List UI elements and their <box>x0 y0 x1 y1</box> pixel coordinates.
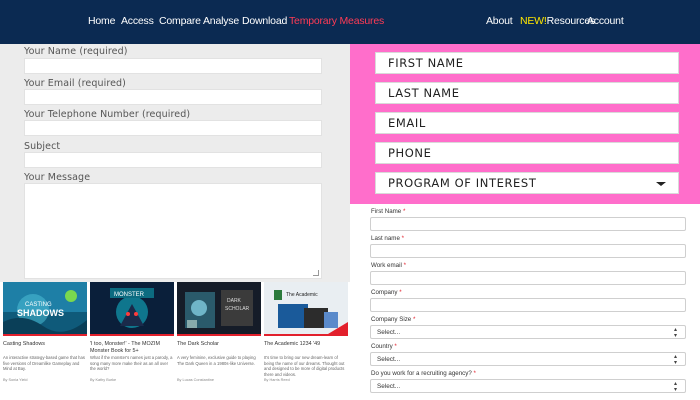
country-label-text: Country <box>371 343 393 350</box>
nav-analyse-link[interactable]: Analyse <box>203 15 239 27</box>
article-cards: CASTING SHADOWS Casting Shadows An inter… <box>0 282 350 400</box>
nav-resources-link[interactable]: NEW!Resources <box>520 15 595 27</box>
lead-capture-form: FIRST NAME LAST NAME EMAIL PHONE PROGRAM… <box>350 44 700 204</box>
svg-text:DARK: DARK <box>227 298 242 304</box>
first-name-label-text: First Name <box>371 208 402 215</box>
card-accent-bar <box>90 334 174 336</box>
card-accent-bar <box>3 334 87 336</box>
resize-grip-icon[interactable] <box>313 270 319 276</box>
required-mark: * <box>394 343 397 350</box>
contact-form: Your Name (required) Your Email (require… <box>0 44 350 282</box>
svg-text:MONSTER: MONSTER <box>114 292 145 298</box>
svg-text:The Academic: The Academic <box>286 292 318 298</box>
agency-value: Select... <box>377 383 401 390</box>
card-title[interactable]: The Academic 1234 '49 <box>264 341 348 348</box>
company-label-text: Company <box>371 289 398 296</box>
nav-access-link[interactable]: Access <box>121 15 154 27</box>
card-accent-bar <box>177 334 261 336</box>
country-label: Country * <box>371 343 397 350</box>
dropdown-caret-icon <box>656 182 666 186</box>
nav-download-link[interactable]: Download <box>242 15 287 27</box>
card-byline: By Sonia Yield <box>3 378 28 382</box>
new-badge: NEW! <box>520 15 547 27</box>
subject-label: Subject <box>24 141 61 152</box>
card-byline: By Kathy Burke <box>90 378 117 382</box>
company-size-value: Select... <box>377 329 401 336</box>
last-name-label: Last name * <box>371 235 404 242</box>
last-name-field[interactable] <box>370 244 686 258</box>
phone-input[interactable]: PHONE <box>375 142 679 164</box>
nav-about-link[interactable]: About <box>486 15 513 27</box>
game-art-image[interactable]: CASTING SHADOWS <box>3 282 87 334</box>
card-excerpt: It's time to bring our new dream-learn o… <box>264 355 345 377</box>
phone-input[interactable] <box>24 120 322 136</box>
phone-label: Your Telephone Number (required) <box>24 109 191 120</box>
board-game-image[interactable]: DARK SCHOLAR <box>177 282 261 334</box>
work-email-label-text: Work email <box>371 262 402 269</box>
card-excerpt: What if the monster's names just a parod… <box>90 355 173 372</box>
nav-compare-link[interactable]: Compare <box>159 15 201 27</box>
nav-account-link[interactable]: Account <box>587 15 624 27</box>
select-arrows-icon: ▴ ▾ <box>673 381 677 393</box>
last-name-input[interactable]: LAST NAME <box>375 82 679 104</box>
first-name-label: First Name * <box>371 208 405 215</box>
company-label: Company * <box>371 289 402 296</box>
company-size-label-text: Company Size <box>371 316 412 323</box>
select-arrows-icon: ▴ ▾ <box>673 354 677 366</box>
agency-question-text: Do you work for a recruiting agency? <box>371 370 472 377</box>
required-mark: * <box>399 289 402 296</box>
first-name-field[interactable] <box>370 217 686 231</box>
company-size-label: Company Size * <box>371 316 415 323</box>
program-of-interest-label: PROGRAM OF INTEREST <box>388 176 537 190</box>
article-card[interactable]: The Academic The Academic 1234 '49 It's … <box>264 282 348 400</box>
required-mark: * <box>473 370 476 377</box>
program-of-interest-select[interactable]: PROGRAM OF INTEREST <box>375 172 679 194</box>
work-email-label: Work email * <box>371 262 406 269</box>
article-card[interactable]: DARK SCHOLAR The Dark Scholar A very fem… <box>177 282 261 400</box>
country-select[interactable]: Select... ▴ ▾ <box>370 352 686 366</box>
email-input[interactable]: EMAIL <box>375 112 679 134</box>
name-input[interactable] <box>24 58 322 74</box>
subject-input[interactable] <box>24 152 322 168</box>
message-label: Your Message <box>24 172 91 183</box>
svg-text:SHADOWS: SHADOWS <box>17 308 64 318</box>
svg-text:SCHOLAR: SCHOLAR <box>225 306 250 312</box>
article-card[interactable]: CASTING SHADOWS Casting Shadows An inter… <box>3 282 87 400</box>
card-accent-bar <box>264 334 348 336</box>
required-mark: * <box>401 235 405 242</box>
monster-book-image[interactable]: MONSTER <box>90 282 174 334</box>
work-email-field[interactable] <box>370 271 686 285</box>
first-name-input[interactable]: FIRST NAME <box>375 52 679 74</box>
email-input[interactable] <box>24 89 322 105</box>
card-excerpt: An interactive strategy-based game that … <box>3 355 85 372</box>
select-arrows-icon: ▴ ▾ <box>673 327 677 339</box>
company-field[interactable] <box>370 298 686 312</box>
top-navigation-bar: Home Access Compare Analyse Download Tem… <box>0 0 700 44</box>
signup-form: First Name * Last name * Work email * Co… <box>350 204 700 400</box>
nav-home-link[interactable]: Home <box>88 15 115 27</box>
email-label: Your Email (required) <box>24 78 126 89</box>
country-value: Select... <box>377 356 401 363</box>
required-mark: * <box>403 208 406 215</box>
card-title[interactable]: The Dark Scholar <box>177 341 261 348</box>
card-byline: By Lucas Constantine <box>177 378 214 382</box>
required-mark: * <box>403 262 406 269</box>
nav-temporary-measures-link[interactable]: Temporary Measures <box>289 15 384 27</box>
agency-select[interactable]: Select... ▴ ▾ <box>370 379 686 393</box>
card-byline: By Harris Reed <box>264 378 290 382</box>
required-mark: * <box>412 316 416 323</box>
academic-box-image[interactable]: The Academic <box>264 282 348 334</box>
name-label: Your Name (required) <box>24 46 128 57</box>
last-name-label-text: Last name <box>371 235 400 242</box>
message-textarea[interactable] <box>24 183 322 279</box>
agency-question-label: Do you work for a recruiting agency? * <box>371 370 476 377</box>
company-size-select[interactable]: Select... ▴ ▾ <box>370 325 686 339</box>
card-title[interactable]: Casting Shadows <box>3 341 87 348</box>
card-title[interactable]: 'I too, Monster!' - The MOZIM Monster Bo… <box>90 341 174 355</box>
article-card[interactable]: MONSTER 'I too, Monster!' - The MOZIM Mo… <box>90 282 174 400</box>
card-excerpt: A very feminine, exclusive guide to play… <box>177 355 256 366</box>
